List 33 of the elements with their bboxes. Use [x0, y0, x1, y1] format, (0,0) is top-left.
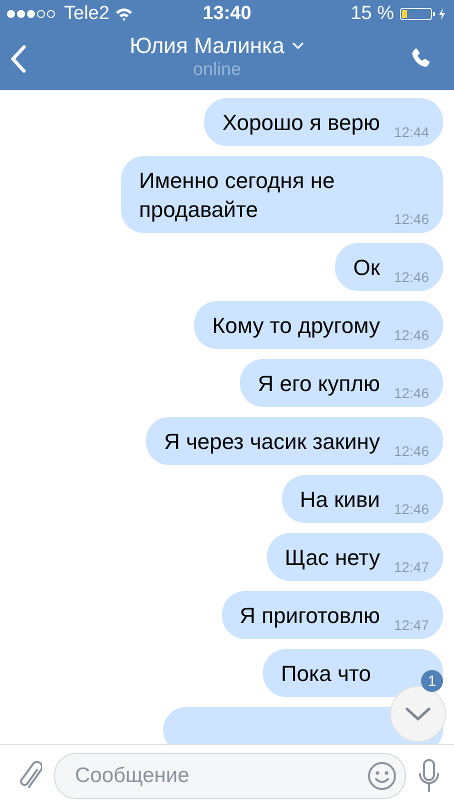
message-text: Хорошо я верю — [222, 109, 380, 137]
back-button[interactable] — [10, 45, 26, 73]
chevron-down-icon — [405, 707, 431, 721]
message-text: Пока что — [280, 660, 371, 688]
message-text: Кому то другому — [212, 312, 380, 340]
message-text: Щас нету — [284, 544, 380, 572]
message-time: 12:46 — [394, 211, 429, 227]
message-time: 12:46 — [394, 385, 429, 401]
wifi-icon — [115, 7, 134, 21]
message-time: 12:44 — [394, 124, 429, 140]
message-text: Я через часик закину — [164, 428, 380, 456]
online-status: online — [192, 58, 242, 80]
message-time: 12:46 — [394, 269, 429, 285]
message-text: Я его куплю — [258, 370, 380, 398]
battery-charging-icon — [400, 7, 448, 21]
message-text: Я приготовлю — [240, 602, 380, 630]
chevron-down-icon — [292, 42, 304, 49]
message-text: На киви — [300, 486, 380, 514]
battery-percent: 15 % — [350, 3, 394, 25]
message-time: 12:46 — [394, 327, 429, 343]
signal-icon — [6, 9, 58, 19]
message-time: 12:47 — [394, 559, 429, 575]
contact-name[interactable]: Юлия Малинка — [130, 32, 284, 58]
message-time: 12:46 — [394, 443, 429, 459]
clock-time: 13:40 — [202, 3, 252, 25]
smiley-icon[interactable] — [367, 761, 397, 791]
message-time: 12:46 — [394, 501, 429, 517]
message-field[interactable]: Сообщение — [54, 753, 406, 799]
message-text: Ок — [353, 254, 380, 282]
carrier-name: Tele2 — [64, 3, 110, 25]
message-text: Именно сегодня не продавайте — [139, 167, 336, 224]
message-time: 12:47 — [394, 617, 429, 633]
microphone-icon[interactable] — [418, 759, 440, 793]
